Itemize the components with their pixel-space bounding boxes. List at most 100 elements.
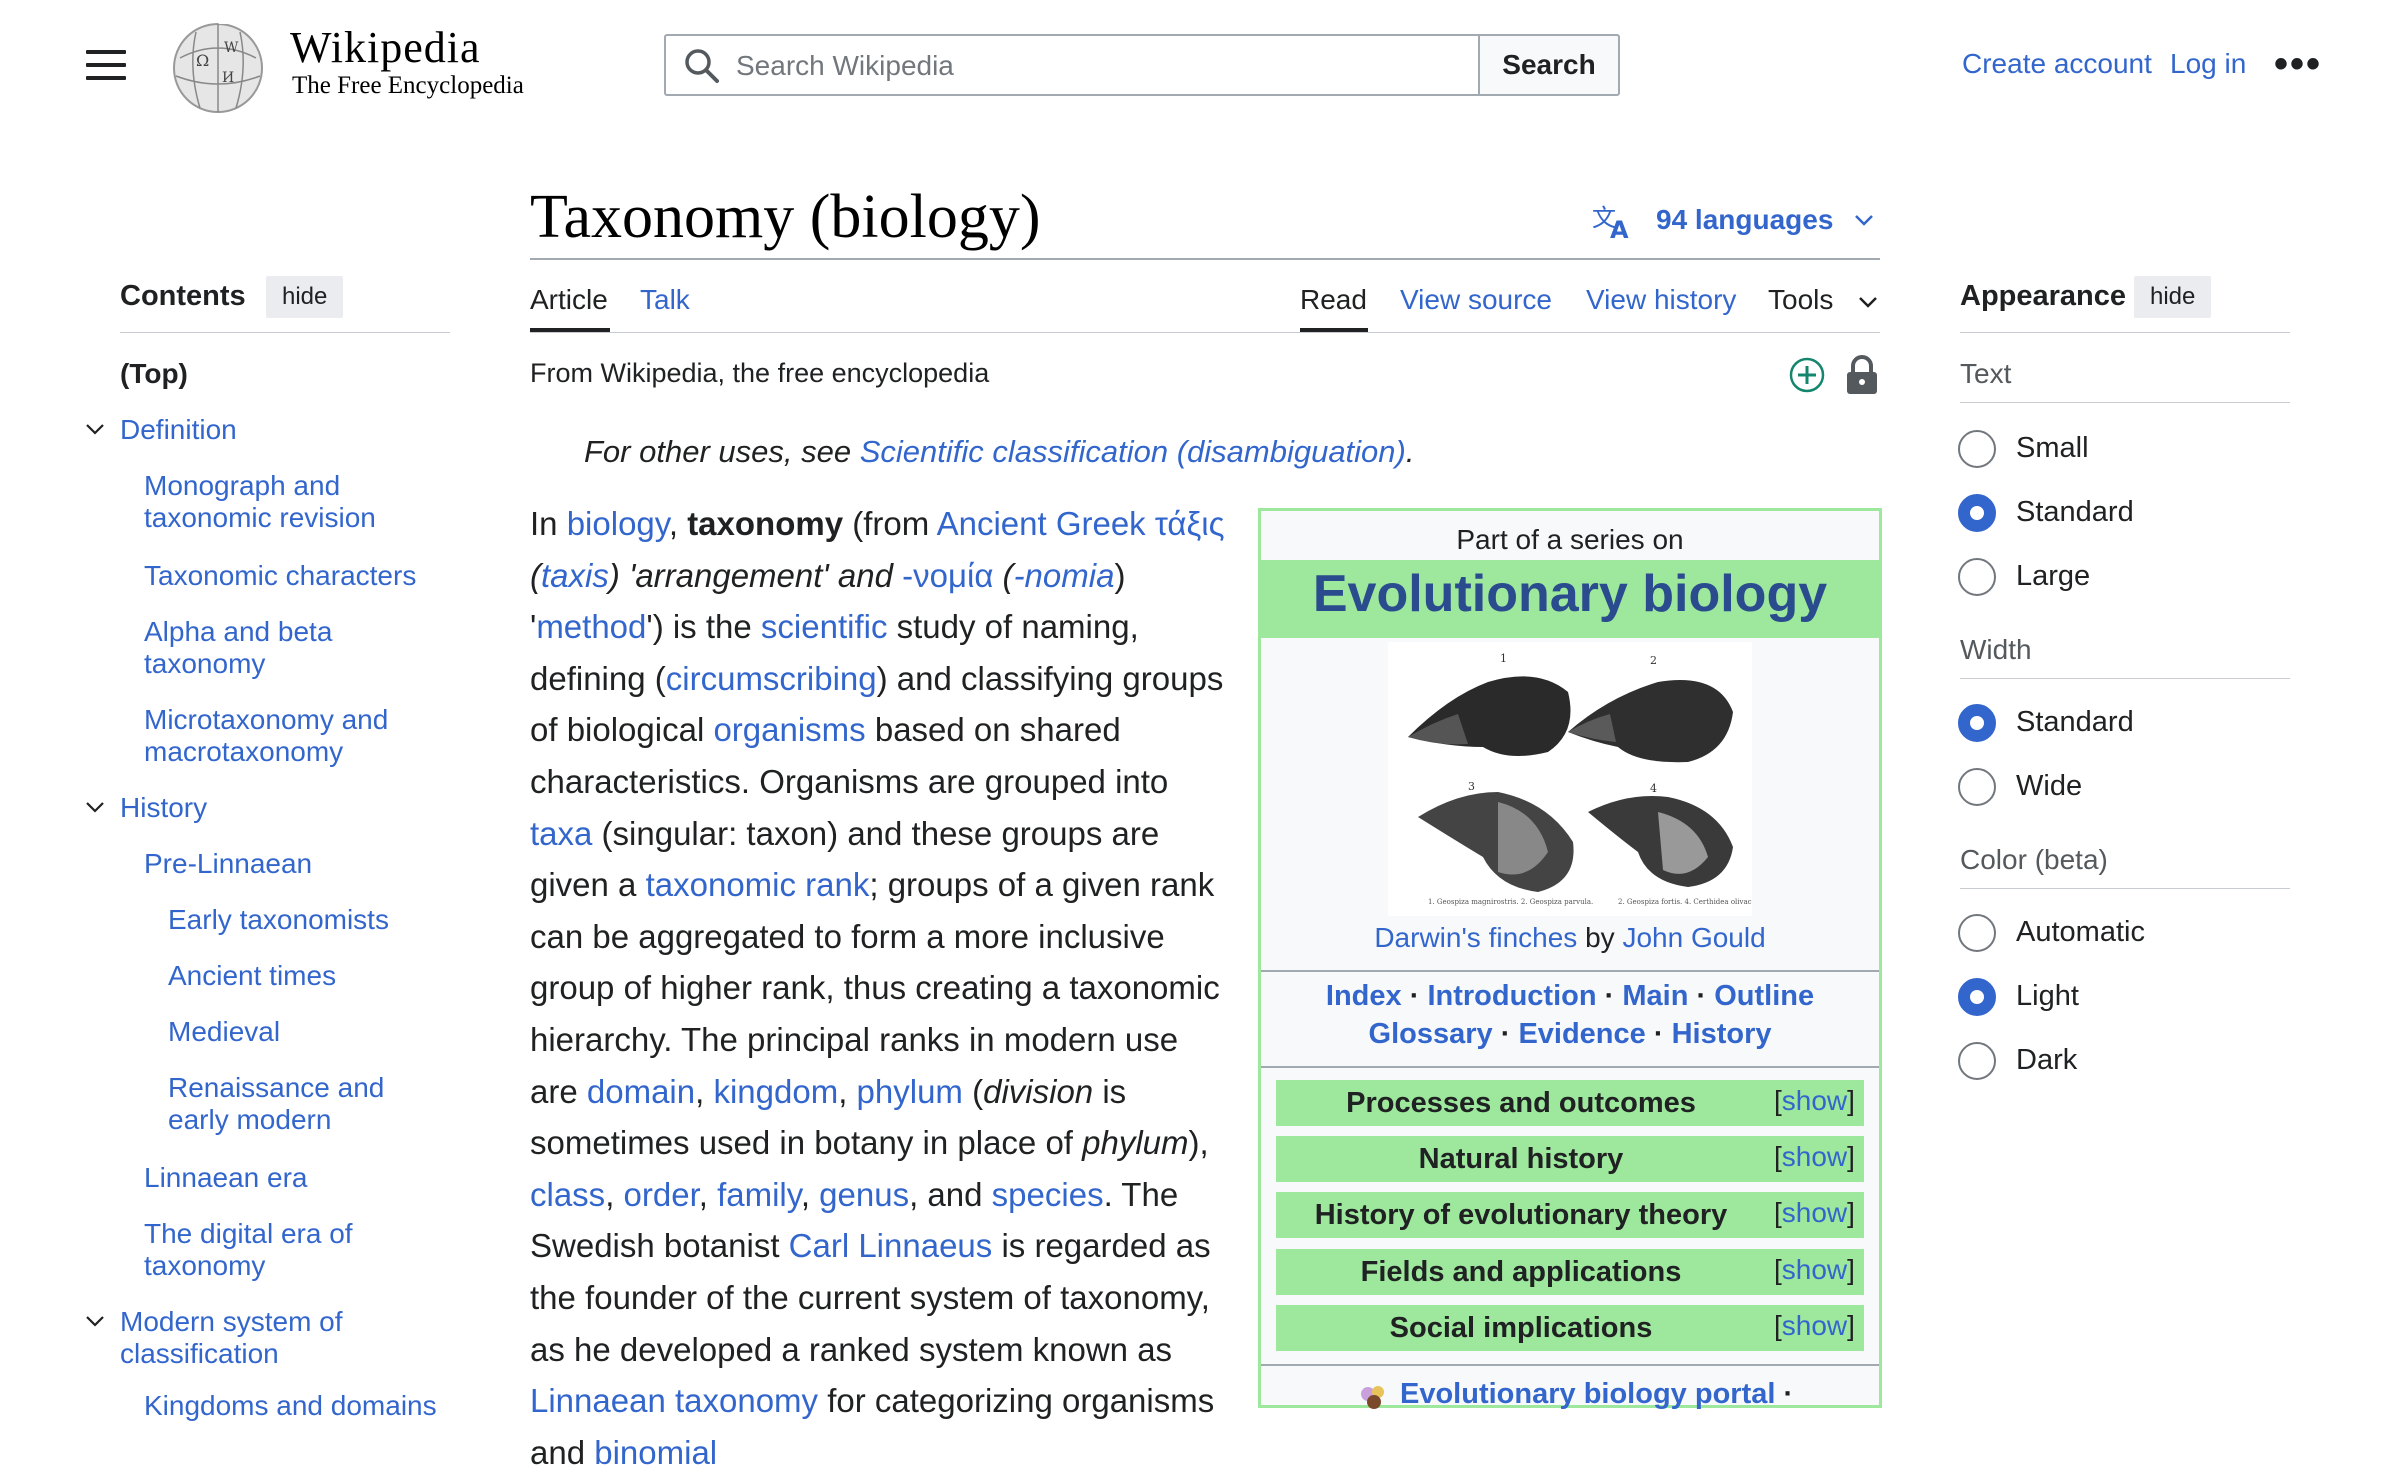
login-link[interactable]: Log in <box>2170 48 2246 80</box>
create-account-link[interactable]: Create account <box>1962 48 2152 80</box>
radio-label[interactable]: Dark <box>2016 1044 2077 1077</box>
radio-label[interactable]: Large <box>2016 560 2090 593</box>
nav-glossary[interactable]: Glossary <box>1369 1018 1493 1050</box>
link-linnaean-taxonomy[interactable]: Linnaean taxonomy <box>530 1382 818 1419</box>
tab-view-source[interactable]: View source <box>1400 284 1552 316</box>
toc-item-kingdoms-domains[interactable]: Kingdoms and domains <box>144 1390 437 1422</box>
radio-label[interactable]: Wide <box>2016 770 2082 803</box>
radio-label[interactable]: Standard <box>2016 706 2134 739</box>
link-organisms[interactable]: organisms <box>713 711 865 748</box>
evolutionary-biology-portal-link[interactable]: Evolutionary biology portal <box>1400 1378 1775 1410</box>
radio-text-small[interactable] <box>1958 430 1996 468</box>
width-label: Width <box>1960 634 2032 665</box>
toc-item-taxonomic-characters[interactable]: Taxonomic characters <box>144 560 444 592</box>
nav-outline[interactable]: Outline <box>1714 980 1814 1012</box>
radio-label[interactable]: Small <box>2016 432 2089 465</box>
toc-item-pre-linnaean[interactable]: Pre-Linnaean <box>144 848 312 880</box>
tools-menu[interactable]: Tools <box>1768 284 1833 316</box>
toc-item-medieval[interactable]: Medieval <box>168 1016 280 1048</box>
link-carl-linnaeus[interactable]: Carl Linnaeus <box>789 1227 993 1264</box>
toc-item-early-taxonomists[interactable]: Early taxonomists <box>168 904 389 936</box>
logo-wordmark[interactable]: Wikipedia <box>290 22 481 73</box>
link-nomia-greek[interactable]: -νομία <box>902 557 993 594</box>
nav-main[interactable]: Main <box>1622 980 1688 1012</box>
link-ancient-greek[interactable]: Ancient Greek <box>937 505 1146 542</box>
link-order[interactable]: order <box>624 1176 699 1213</box>
tab-read[interactable]: Read <box>1300 284 1367 316</box>
infobox-divider <box>1261 970 1879 972</box>
radio-label[interactable]: Automatic <box>2016 916 2145 949</box>
link-kingdom[interactable]: kingdom <box>713 1073 838 1110</box>
link-nomia[interactable]: -nomia <box>1014 557 1115 594</box>
chevron-down-icon[interactable] <box>84 418 106 440</box>
radio-text-large[interactable] <box>1958 558 1996 596</box>
link-taxonomic-rank[interactable]: taxonomic rank <box>646 866 870 903</box>
lock-icon[interactable] <box>1844 354 1880 396</box>
link-darwins-finches[interactable]: Darwin's finches <box>1374 922 1577 953</box>
show-toggle[interactable]: [show] <box>1774 1247 1864 1293</box>
appearance-hide-button[interactable]: hide <box>2134 276 2212 318</box>
radio-color-light[interactable] <box>1958 978 1996 1016</box>
nav-index[interactable]: Index <box>1326 980 1402 1012</box>
link-domain[interactable]: domain <box>587 1073 695 1110</box>
chevron-down-icon[interactable] <box>1856 290 1880 314</box>
link-phylum[interactable]: phylum <box>857 1073 963 1110</box>
show-toggle[interactable]: [show] <box>1774 1303 1864 1349</box>
darwins-finches-image[interactable]: 1 2 3 4 1. Geospiza magnirostris. 2. Geo… <box>1388 642 1752 916</box>
radio-width-wide[interactable] <box>1958 768 1996 806</box>
radio-color-dark[interactable] <box>1958 1042 1996 1080</box>
link-taxis-greek[interactable]: τάξις <box>1155 505 1225 542</box>
add-watch-icon[interactable] <box>1788 356 1826 394</box>
infobox-title[interactable]: Evolutionary biology <box>1261 564 1879 624</box>
link-method[interactable]: method <box>536 608 646 645</box>
search-button[interactable]: Search <box>1478 34 1620 96</box>
link-binomial[interactable]: binomial <box>594 1434 717 1471</box>
link-circumscribing[interactable]: circumscribing <box>666 660 877 697</box>
chevron-down-icon[interactable] <box>84 1310 106 1332</box>
link-genus[interactable]: genus <box>819 1176 909 1213</box>
link-taxis[interactable]: taxis <box>541 557 609 594</box>
main-menu-button[interactable] <box>86 50 126 82</box>
tab-talk[interactable]: Talk <box>640 284 690 316</box>
link-family[interactable]: family <box>717 1176 801 1213</box>
chevron-down-icon[interactable] <box>84 796 106 818</box>
toc-item-ancient-times[interactable]: Ancient times <box>168 960 336 992</box>
nav-history[interactable]: History <box>1672 1018 1772 1050</box>
radio-text-standard[interactable] <box>1958 494 1996 532</box>
hatnote-link[interactable]: Scientific classification (disambiguatio… <box>860 434 1406 469</box>
search-input[interactable] <box>734 40 1458 92</box>
show-toggle[interactable]: [show] <box>1774 1190 1864 1236</box>
more-options-button[interactable]: ••• <box>2274 44 2322 84</box>
show-toggle[interactable]: [show] <box>1774 1078 1864 1124</box>
tab-article[interactable]: Article <box>530 284 608 316</box>
toc-item-modern-system[interactable]: Modern system of classification <box>120 1306 380 1370</box>
contents-hide-button[interactable]: hide <box>266 276 344 318</box>
show-toggle[interactable]: [show] <box>1774 1134 1864 1180</box>
toc-item-alpha-beta[interactable]: Alpha and beta taxonomy <box>144 616 374 680</box>
toc-item-digital-era[interactable]: The digital era of taxonomy <box>144 1218 384 1282</box>
link-taxa[interactable]: taxa <box>530 815 592 852</box>
toc-item-monograph[interactable]: Monograph and taxonomic revision <box>144 470 394 534</box>
radio-label[interactable]: Light <box>2016 980 2079 1013</box>
radio-label[interactable]: Standard <box>2016 496 2134 529</box>
toc-item-history[interactable]: History <box>120 792 207 824</box>
toc-item-definition[interactable]: Definition <box>120 414 237 446</box>
radio-color-automatic[interactable] <box>1958 914 1996 952</box>
language-button[interactable]: 94 languages <box>1656 204 1833 236</box>
tab-view-history[interactable]: View history <box>1586 284 1736 316</box>
link-species[interactable]: species <box>992 1176 1104 1213</box>
toc-item-microtaxonomy[interactable]: Microtaxonomy and macrotaxonomy <box>144 704 414 768</box>
language-icon[interactable]: 文 A <box>1592 200 1634 242</box>
link-class[interactable]: class <box>530 1176 605 1213</box>
nav-evidence[interactable]: Evidence <box>1518 1018 1645 1050</box>
link-biology[interactable]: biology <box>567 505 669 542</box>
toc-item-top[interactable]: (Top) <box>120 358 188 390</box>
toc-item-renaissance[interactable]: Renaissance and early modern <box>168 1072 408 1136</box>
nav-introduction[interactable]: Introduction <box>1427 980 1596 1012</box>
chevron-down-icon[interactable] <box>1852 208 1876 232</box>
link-scientific[interactable]: scientific <box>761 608 888 645</box>
wikipedia-globe-icon[interactable]: Ω W И <box>166 18 270 114</box>
radio-width-standard[interactable] <box>1958 704 1996 742</box>
link-john-gould[interactable]: John Gould <box>1622 922 1765 953</box>
toc-item-linnaean-era[interactable]: Linnaean era <box>144 1162 307 1194</box>
